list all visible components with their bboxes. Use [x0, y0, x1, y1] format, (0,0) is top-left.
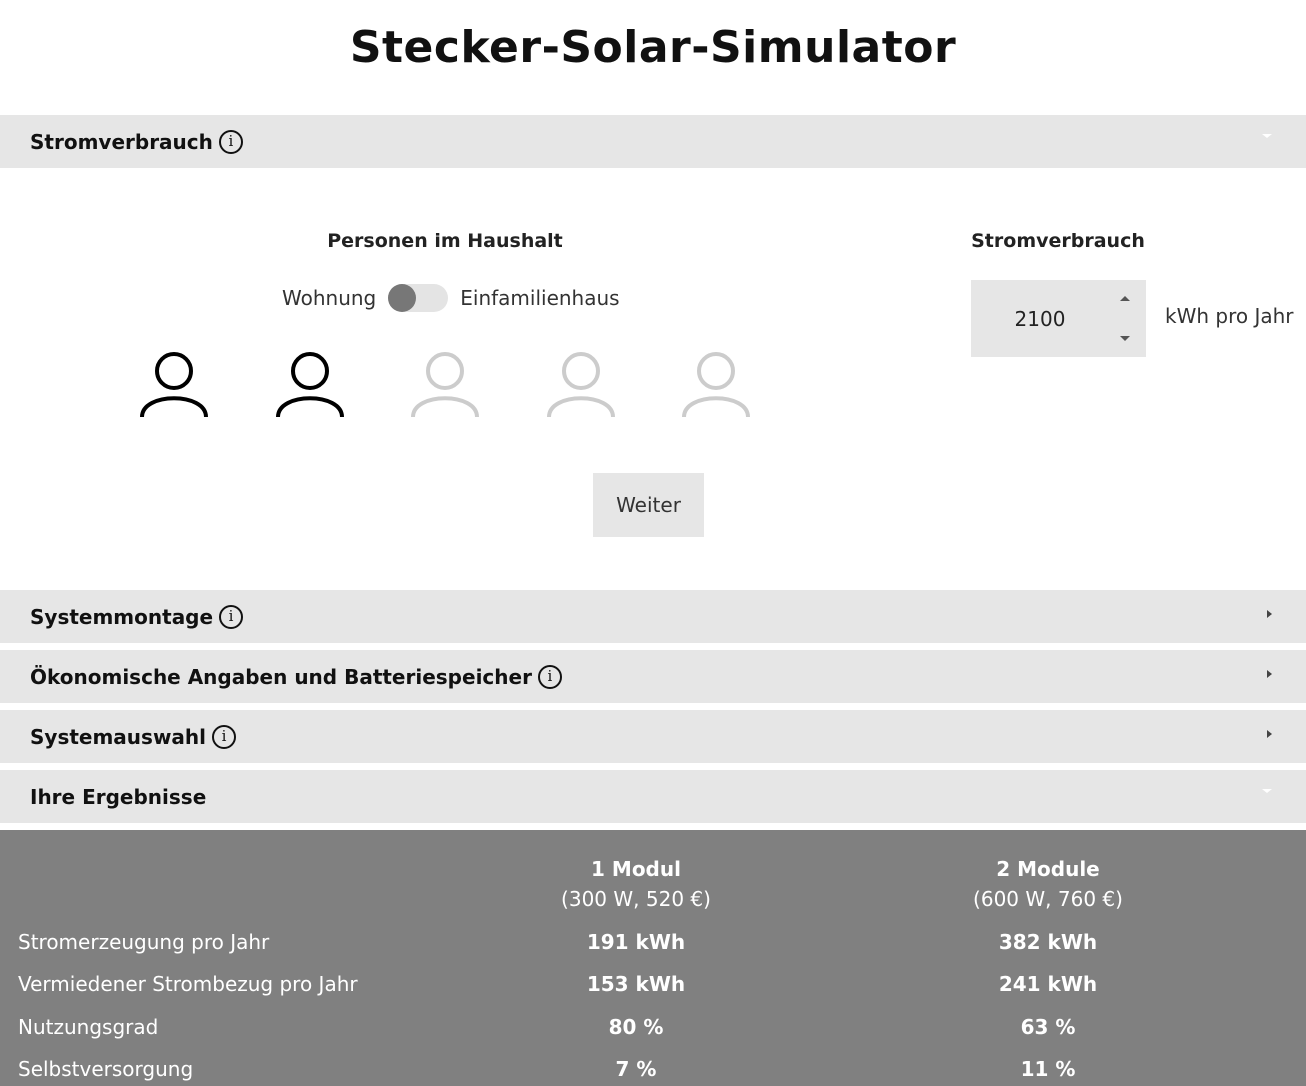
chevron-right-icon	[1267, 729, 1272, 738]
section-title-systemmontage: Systemmontage	[30, 604, 214, 629]
section-header-stromverbrauch[interactable]: Stromverbrauch i	[0, 115, 1306, 168]
result-row-label: Stromerzeugung pro Jahr	[18, 930, 270, 954]
next-button[interactable]: Weiter	[593, 473, 704, 537]
result-value: 7 %	[615, 1057, 657, 1081]
column-name: 2 Module	[996, 857, 1100, 881]
result-value: 382 kWh	[998, 930, 1098, 954]
column-detail: (300 W, 520 €)	[561, 887, 711, 911]
consumption-input[interactable]: 2100	[971, 280, 1146, 357]
result-column-2: 2 Module (600 W, 760 €)	[898, 854, 1198, 914]
result-row-label: Vermiedener Strombezug pro Jahr	[18, 972, 358, 996]
consumption-title: Stromverbrauch	[971, 230, 1145, 252]
section-header-systemauswahl[interactable]: Systemauswahl i	[0, 710, 1306, 763]
result-row-label: Nutzungsgrad	[18, 1015, 159, 1039]
info-icon[interactable]: i	[537, 664, 562, 689]
result-value: 11 %	[1020, 1057, 1076, 1081]
result-row-label: Selbstversorgung	[18, 1057, 194, 1081]
section-header-ergebnisse[interactable]: Ihre Ergebnisse	[0, 770, 1306, 823]
column-name: 1 Modul	[591, 857, 681, 881]
section-header-systemmontage[interactable]: Systemmontage i	[0, 590, 1306, 643]
chevron-right-icon	[1267, 669, 1272, 678]
section-title-ergebnisse: Ihre Ergebnisse	[30, 784, 207, 809]
chevron-right-icon	[1267, 609, 1272, 618]
result-value: 191 kWh	[586, 930, 686, 954]
toggle-label-wohnung: Wohnung	[282, 286, 377, 310]
spin-up-icon[interactable]	[1120, 296, 1130, 301]
section-title-oekonomisch: Ökonomische Angaben und Batteriespeicher	[30, 664, 532, 689]
person-icon[interactable]	[410, 350, 480, 418]
dwelling-toggle-row: Wohnung Einfamilienhaus	[282, 284, 620, 312]
chevron-down-icon	[1262, 133, 1272, 138]
info-icon[interactable]: i	[218, 129, 243, 154]
result-value: 63 %	[1020, 1015, 1076, 1039]
result-value: 241 kWh	[998, 972, 1098, 996]
person-icon[interactable]	[681, 350, 751, 418]
section-header-oekonomisch[interactable]: Ökonomische Angaben und Batteriespeicher…	[0, 650, 1306, 703]
person-icon[interactable]	[275, 350, 345, 418]
dwelling-type-toggle[interactable]	[388, 284, 449, 312]
person-icon[interactable]	[546, 350, 616, 418]
chevron-down-icon	[1262, 788, 1272, 793]
section-title-stromverbrauch: Stromverbrauch	[30, 129, 213, 154]
section-title-systemauswahl: Systemauswahl	[30, 724, 207, 749]
consumption-value[interactable]: 2100	[971, 307, 1109, 331]
column-detail: (600 W, 760 €)	[973, 887, 1123, 911]
info-icon[interactable]: i	[219, 604, 244, 629]
toggle-label-einfamilienhaus: Einfamilienhaus	[460, 286, 620, 310]
result-value: 80 %	[608, 1015, 664, 1039]
spin-down-icon[interactable]	[1120, 336, 1130, 341]
toggle-knob	[388, 284, 417, 312]
results-panel: 1 Modul (300 W, 520 €) 2 Module (600 W, …	[0, 830, 1306, 1086]
result-value: 153 kWh	[586, 972, 686, 996]
person-icon[interactable]	[139, 350, 209, 418]
info-icon[interactable]: i	[212, 724, 237, 749]
page-title: Stecker-Solar-Simulator	[349, 22, 957, 73]
consumption-unit: kWh pro Jahr	[1165, 304, 1294, 328]
result-column-1: 1 Modul (300 W, 520 €)	[486, 854, 786, 914]
household-title: Personen im Haushalt	[327, 230, 563, 252]
